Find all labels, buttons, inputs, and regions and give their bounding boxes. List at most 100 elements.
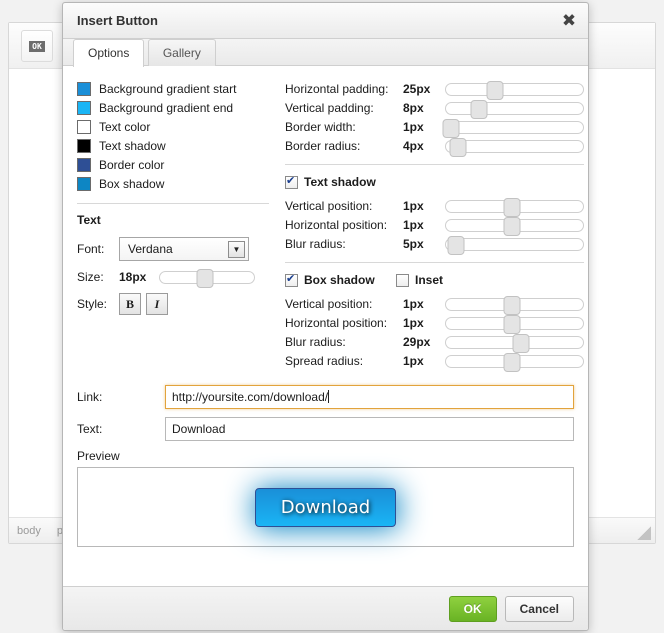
text-field-row: Text: Download [77,417,574,441]
control-value: 5px [403,237,445,251]
control-value: 25px [403,82,445,96]
color-label: Box shadow [99,177,164,191]
text-shadow-checkbox[interactable] [285,176,298,189]
color-row-box-shadow[interactable]: Box shadow [77,175,269,192]
ok-button[interactable]: OK [449,596,497,622]
box-shadow-checkbox[interactable] [285,274,298,287]
color-swatch[interactable] [77,139,91,153]
control-value: 1px [403,120,445,134]
font-select[interactable]: Verdana ▼ [119,237,249,261]
link-field-row: Link: http://yoursite.com/download/ [77,385,574,409]
control-value: 1px [403,354,445,368]
color-label: Background gradient start [99,82,236,96]
box-shadow-vertical-slider[interactable] [445,298,584,311]
color-swatch[interactable] [77,177,91,191]
size-slider[interactable] [159,271,255,284]
vertical-padding-slider[interactable] [445,102,584,115]
chevron-down-icon[interactable]: ▼ [228,241,245,258]
text-input[interactable]: Download [165,417,574,441]
color-label: Background gradient end [99,101,233,115]
editor-page: OK body p Insert Button ✖ Options Galler… [0,0,664,633]
color-label: Text shadow [99,139,166,153]
control-label: Blur radius: [285,335,403,349]
breadcrumb-body[interactable]: body [9,525,49,537]
control-label: Vertical padding: [285,101,403,115]
horizontal-padding-slider[interactable] [445,83,584,96]
tab-gallery[interactable]: Gallery [148,39,216,66]
control-label: Horizontal position: [285,218,403,232]
text-shadow-horizontal-row: Horizontal position: 1px [285,216,584,234]
font-select-value: Verdana [128,242,173,256]
color-label: Border color [99,158,164,172]
inset-checkbox[interactable] [396,274,409,287]
slider-thumb[interactable] [503,296,520,315]
box-shadow-spread-slider[interactable] [445,355,584,368]
control-label: Horizontal position: [285,316,403,330]
dialog-title: Insert Button [77,13,158,28]
text-section-title: Text [77,213,269,227]
slider-thumb[interactable] [450,138,467,157]
italic-button[interactable]: I [146,293,168,315]
color-swatch[interactable] [77,82,91,96]
insert-button-dialog: Insert Button ✖ Options Gallery Backgrou… [62,2,589,631]
size-value: 18px [119,270,159,284]
slider-thumb[interactable] [503,315,520,334]
slider-thumb[interactable] [503,353,520,372]
color-swatch[interactable] [77,101,91,115]
preview-box: Download [77,467,574,547]
size-row: Size: 18px [77,270,269,284]
control-label: Border width: [285,120,403,134]
box-shadow-horizontal-row: Horizontal position: 1px [285,314,584,332]
divider [77,203,269,204]
border-radius-slider[interactable] [445,140,584,153]
box-shadow-blur-slider[interactable] [445,336,584,349]
slider-thumb[interactable] [513,334,530,353]
font-label: Font: [77,242,119,256]
slider-thumb[interactable] [470,100,487,119]
color-swatch[interactable] [77,158,91,172]
slider-thumb[interactable] [443,119,460,138]
bold-button[interactable]: B [119,293,141,315]
style-label: Style: [77,297,119,311]
ok-button-icon: OK [29,41,45,52]
insert-button-toolbar-button[interactable]: OK [21,30,53,62]
slider-thumb[interactable] [503,217,520,236]
text-shadow-blur-slider[interactable] [445,238,584,251]
close-icon[interactable]: ✖ [558,10,580,32]
text-shadow-checkbox-row[interactable]: Text shadow [285,175,584,189]
cancel-button[interactable]: Cancel [505,596,574,622]
slider-thumb[interactable] [447,236,464,255]
slider-thumb[interactable] [197,269,214,288]
text-label: Text: [77,422,165,436]
box-shadow-blur-row: Blur radius: 29px [285,333,584,351]
text-shadow-vertical-row: Vertical position: 1px [285,197,584,215]
control-label: Blur radius: [285,237,403,251]
resize-grip-icon[interactable] [637,526,651,540]
left-column: Background gradient start Background gra… [77,80,269,371]
border-width-slider[interactable] [445,121,584,134]
box-shadow-horizontal-slider[interactable] [445,317,584,330]
control-label: Horizontal padding: [285,82,403,96]
dialog-titlebar[interactable]: Insert Button ✖ [63,3,588,39]
control-value: 8px [403,101,445,115]
text-shadow-horizontal-slider[interactable] [445,219,584,232]
size-label: Size: [77,270,119,284]
lower-form: Link: http://yoursite.com/download/ Text… [77,385,574,547]
text-shadow-vertical-slider[interactable] [445,200,584,213]
tab-options[interactable]: Options [73,39,144,67]
color-row-text-color[interactable]: Text color [77,118,269,135]
link-input[interactable]: http://yoursite.com/download/ [165,385,574,409]
text-shadow-blur-row: Blur radius: 5px [285,235,584,253]
slider-thumb[interactable] [487,81,504,100]
box-shadow-checkbox-row[interactable]: Box shadow Inset [285,273,584,287]
preview-download-button[interactable]: Download [255,488,396,527]
slider-thumb[interactable] [503,198,520,217]
control-value: 29px [403,335,445,349]
border-radius-row: Border radius: 4px [285,137,584,155]
color-row-border-color[interactable]: Border color [77,156,269,173]
color-row-bg-gradient-start[interactable]: Background gradient start [77,80,269,97]
color-row-bg-gradient-end[interactable]: Background gradient end [77,99,269,116]
color-row-text-shadow[interactable]: Text shadow [77,137,269,154]
text-shadow-label: Text shadow [304,175,376,189]
color-swatch[interactable] [77,120,91,134]
